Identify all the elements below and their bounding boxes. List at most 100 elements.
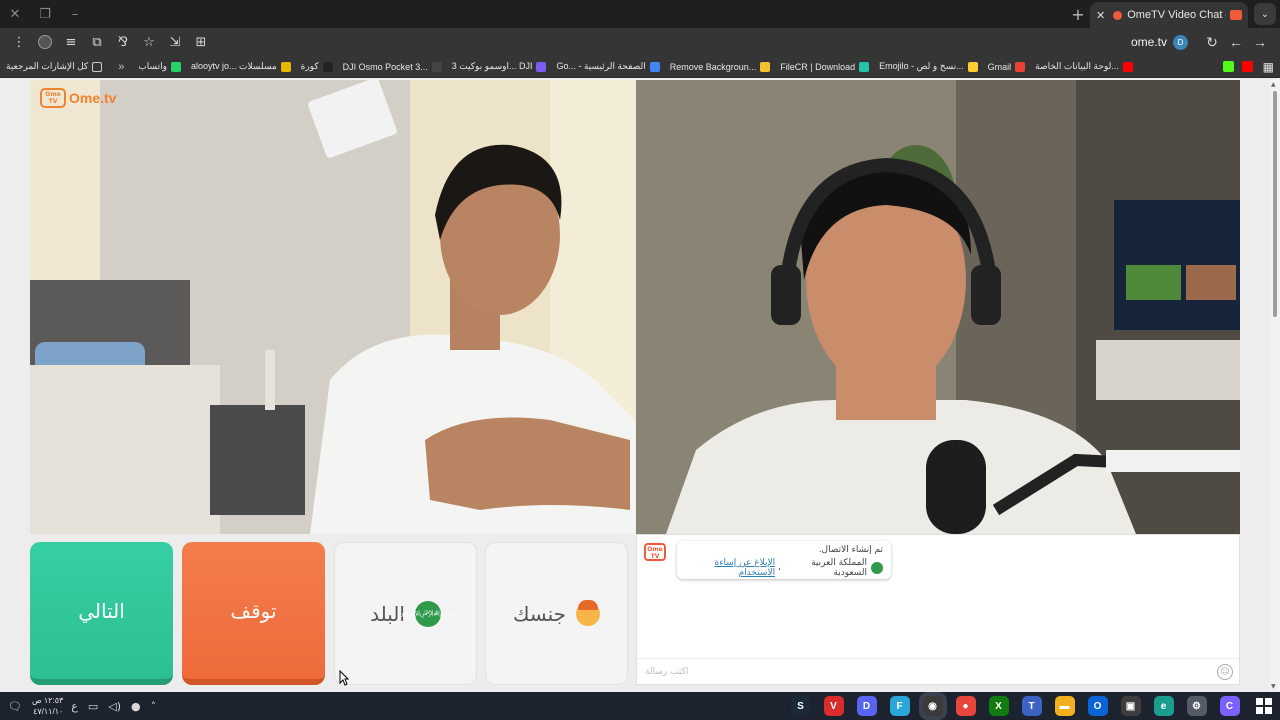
connection-established-text: تم إنشاء الاتصال. [818, 545, 883, 555]
explorer-icon[interactable]: ▬ [1054, 696, 1075, 716]
new-tab-icon[interactable]: + [1066, 5, 1090, 24]
bookmark-item[interactable]: Remove Backgroun... [669, 61, 771, 72]
ometv-favicon-icon [1113, 10, 1123, 20]
remote-video-frame [636, 80, 1240, 534]
bookmark-label: Go... - الصفحة الرئيسية [556, 61, 646, 71]
show-hidden-icons-chevron-icon[interactable]: ˄ [151, 700, 157, 713]
country-name-text: المملكة العربية السعودية [811, 558, 867, 578]
bookmark-item[interactable]: واتساب [138, 61, 181, 72]
bookmark-item[interactable]: Go... - الصفحة الرئيسية [556, 61, 660, 72]
stop-button[interactable]: توقف [182, 542, 325, 685]
volume-icon[interactable]: ◁) [108, 700, 121, 713]
browser-titlebar: ✕ ❐ – + ✕ OmeTV Video Chat — Ome ⌄ [0, 0, 1280, 28]
back-icon[interactable]: → [1248, 34, 1272, 50]
xbox-icon[interactable]: X [988, 696, 1009, 716]
bookmark-favicon-icon [1015, 61, 1026, 72]
reload-icon[interactable]: ↻ [1200, 34, 1224, 51]
windows-start-icon[interactable] [1256, 698, 1272, 714]
close-tab-icon[interactable]: ✕ [1096, 9, 1105, 22]
bookmark-label: DJI Osmo Pocket 3... [342, 61, 428, 72]
filecr-icon[interactable]: F [889, 696, 910, 716]
emoji-icon[interactable]: ☺ [1217, 663, 1233, 680]
report-abuse-link[interactable]: الإبلاغ عن إساءة الاستخدام [685, 558, 776, 578]
next-button[interactable]: التالي [30, 542, 173, 685]
menu-dots-icon[interactable]: ⋮ [8, 31, 30, 53]
obs-icon[interactable]: ◉ [922, 696, 943, 716]
chrome-icon[interactable]: ● [955, 696, 976, 716]
clock-date: ٤٧/١١/١٠ [33, 707, 64, 716]
copilot-icon[interactable]: C [1219, 696, 1240, 716]
saudi-flag-icon: ﷽ [401, 600, 455, 627]
bookmark-label: لوحة البيانات الخاصة... [1035, 61, 1119, 71]
apps-grid-icon[interactable]: ▦ [1263, 60, 1274, 74]
youtube-icon[interactable] [1241, 61, 1253, 72]
ometv-logo-mark: Ome TV [40, 88, 66, 108]
bookmark-item[interactable]: Gmail [988, 61, 1026, 72]
local-video: Ome TV Ome.tv [30, 80, 635, 534]
page-scrollbar[interactable]: ▲ ▼ [1270, 79, 1280, 692]
bookmark-item[interactable]: alooytv jo... مسلسلات [191, 61, 291, 72]
clock[interactable]: ١٢:٥٣ ص ٤٧/١١/١٠ [32, 695, 63, 717]
scroll-down-icon[interactable]: ▼ [1271, 683, 1276, 690]
more-bookmarks-icon[interactable]: » [118, 61, 124, 73]
profile-avatar[interactable] [34, 31, 56, 53]
steam-icon[interactable]: S [790, 696, 811, 716]
network-icon[interactable]: ▭ [88, 700, 98, 713]
bookmark-favicon-icon [170, 61, 181, 72]
bookmark-item[interactable]: DJI Osmo Pocket 3... [342, 61, 442, 72]
mouse-cursor-icon [339, 670, 349, 686]
teams-icon[interactable]: T [1021, 696, 1042, 716]
scroll-up-icon[interactable]: ▲ [1271, 81, 1276, 88]
clock-time: ١٢:٥٣ ص [31, 696, 64, 705]
gender-button[interactable]: جنسك [485, 542, 628, 685]
bookmark-label: Emojilo - نسخ و لص... [879, 61, 964, 71]
bookmark-item[interactable]: اوسمو بوكيت 3... DJI [452, 61, 547, 72]
settings-icon[interactable]: ⚙ [1186, 696, 1207, 716]
country-button-label: البلد [370, 601, 405, 626]
tab-search-chevron-icon[interactable]: ⌄ [1254, 3, 1276, 25]
edge-icon[interactable]: e [1153, 696, 1174, 716]
ometv-logo[interactable]: Ome TV Ome.tv [40, 88, 116, 108]
share-icon[interactable]: ⊞ [190, 31, 212, 53]
bookmark-item[interactable]: Emojilo - نسخ و لص... [879, 61, 978, 72]
extensions-icon[interactable]: ⧉ [86, 31, 108, 53]
all-bookmarks-label: كل الإشارات المرجعية [6, 61, 89, 71]
folder-icon [92, 61, 103, 72]
outlook-icon[interactable]: O [1087, 696, 1108, 716]
bookmark-label: واتساب [138, 61, 167, 71]
notifications-icon[interactable]: 🗨︎ [8, 700, 22, 713]
bookmark-item[interactable]: كورة [301, 61, 333, 72]
message-input[interactable]: اكتب رسالة ☺ [637, 658, 1239, 684]
message-placeholder: اكتب رسالة [645, 666, 689, 677]
translate-icon[interactable]: ⅋ [112, 31, 134, 53]
maximize-window-icon[interactable]: ❐ [30, 0, 60, 28]
media-control-icon[interactable]: ≡ [60, 31, 82, 53]
bookmark-star-icon[interactable]: ☆ [138, 31, 160, 53]
kick-icon[interactable] [1222, 61, 1234, 72]
ometv-chat-avatar-icon: Ome TV [644, 543, 666, 561]
country-button[interactable]: البلد ﷽ [334, 542, 477, 685]
discord-icon[interactable]: D [856, 696, 877, 716]
bookmark-item[interactable]: لوحة البيانات الخاصة... [1035, 61, 1133, 72]
forward-icon[interactable]: ← [1224, 34, 1248, 50]
saudi-flag-small-icon [871, 562, 883, 574]
bookmark-favicon-icon [760, 61, 771, 72]
minimize-window-icon[interactable]: – [60, 0, 90, 28]
tab-ometv[interactable]: ✕ OmeTV Video Chat — Ome [1090, 2, 1248, 28]
store-icon[interactable]: ▣ [1120, 696, 1141, 716]
vivaldi-icon[interactable]: V [823, 696, 844, 716]
bookmark-favicon-icon [859, 61, 870, 72]
bookmark-label: Remove Backgroun... [669, 61, 757, 72]
scrollbar-thumb[interactable] [1273, 91, 1277, 317]
install-app-icon[interactable]: ⇲ [164, 31, 186, 53]
all-bookmarks[interactable]: كل الإشارات المرجعية [6, 61, 103, 72]
bookmark-item[interactable]: FileCR | Download [780, 61, 870, 72]
site-info-icon[interactable]: D [1173, 34, 1188, 50]
microphone-icon[interactable]: ● [131, 700, 141, 713]
language-indicator[interactable]: ع [71, 700, 78, 713]
bookmark-favicon-icon [1122, 61, 1133, 72]
address-bar[interactable]: ome.tv D ↻ ← → [1131, 34, 1272, 51]
local-video-frame [30, 80, 635, 534]
ometv-logo-text: Ome.tv [69, 90, 117, 106]
close-window-icon[interactable]: ✕ [0, 0, 30, 28]
